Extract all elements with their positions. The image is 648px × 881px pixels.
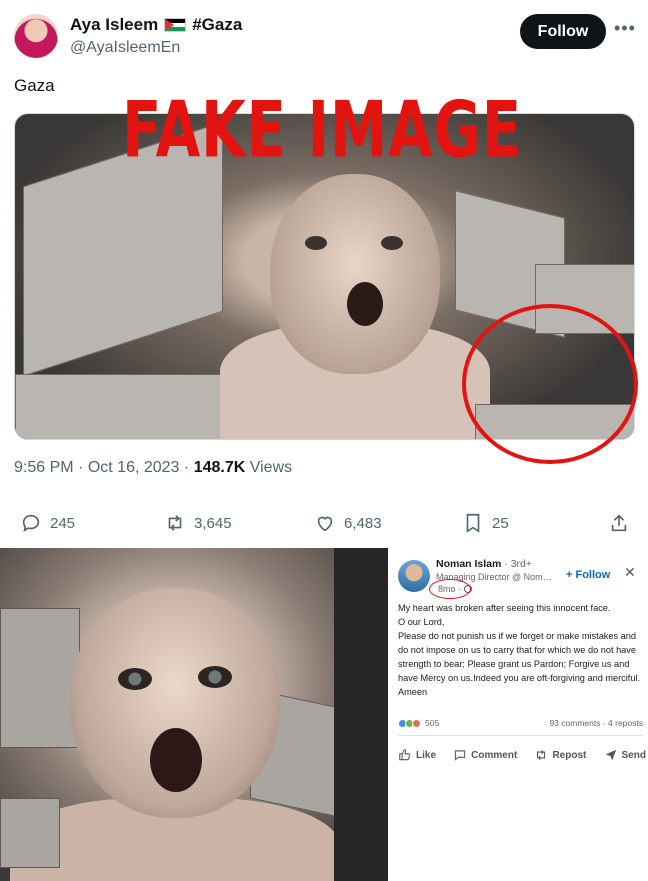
author-name-row[interactable]: Aya Isleem #Gaza bbox=[70, 15, 242, 35]
reactions-summary[interactable]: 505 bbox=[398, 718, 439, 728]
tweet-action-bar: 245 3,645 6,483 25 bbox=[0, 512, 648, 536]
reaction-count: 505 bbox=[425, 718, 440, 728]
post-line: My heart was broken after seeing this in… bbox=[398, 603, 611, 613]
baby-head bbox=[270, 174, 440, 374]
divider bbox=[398, 735, 643, 736]
linkedin-comment-button[interactable]: Comment bbox=[453, 748, 517, 762]
linkedin-like-button[interactable]: Like bbox=[398, 748, 436, 762]
share-button[interactable] bbox=[608, 512, 630, 534]
author-display-name[interactable]: Aya Isleem bbox=[70, 15, 158, 35]
views-label: Views bbox=[249, 459, 293, 476]
share-icon bbox=[611, 514, 627, 532]
like-count: 6,483 bbox=[344, 514, 382, 532]
repost-count: 3,645 bbox=[194, 514, 232, 532]
repost-icon bbox=[168, 515, 182, 531]
baby-mouth bbox=[150, 728, 202, 792]
views-count: 148.7K bbox=[193, 459, 246, 476]
fake-image-overlay-label: FAKE IMAGE bbox=[122, 84, 522, 176]
close-icon[interactable]: ✕ bbox=[624, 564, 636, 581]
like-button[interactable]: 6,483 bbox=[314, 512, 382, 534]
baby-eye bbox=[305, 236, 327, 250]
author-hashtag: #Gaza bbox=[192, 15, 243, 34]
send-icon bbox=[605, 749, 616, 761]
rubble-block bbox=[0, 608, 80, 748]
baby-eye bbox=[198, 666, 232, 688]
comment-icon bbox=[454, 750, 466, 761]
like-label: Like bbox=[416, 749, 437, 761]
linkedin-post: Noman Islam · 3rd+ Managing Director @ N… bbox=[388, 548, 648, 881]
linkedin-post-body: My heart was broken after seeing this in… bbox=[398, 601, 643, 699]
highlight-circle bbox=[462, 304, 638, 464]
reply-count: 245 bbox=[50, 514, 76, 532]
bookmark-button[interactable]: 25 bbox=[462, 512, 509, 534]
repost-icon bbox=[537, 749, 546, 761]
bookmark-icon bbox=[466, 513, 480, 533]
repost-button[interactable]: 3,645 bbox=[164, 512, 232, 534]
highlight-circle bbox=[429, 579, 471, 599]
palestine-flag-icon bbox=[164, 18, 187, 32]
linkedin-action-bar: Like Comment Repost Send bbox=[398, 748, 646, 762]
meta-separator: · bbox=[183, 459, 190, 476]
post-line: O our Lord, bbox=[398, 617, 445, 627]
connection-degree: · 3rd+ bbox=[504, 558, 533, 570]
tweet-date[interactable]: Oct 16, 2023 bbox=[88, 459, 180, 476]
repost-label: Repost bbox=[552, 749, 587, 761]
thumbs-up-icon bbox=[399, 749, 411, 761]
author-handle[interactable]: @AyaIsleemEn bbox=[70, 39, 180, 57]
linkedin-repost-button[interactable]: Repost bbox=[534, 748, 586, 762]
post-line: Ameen bbox=[398, 687, 428, 697]
photo-edge bbox=[334, 548, 388, 881]
baby-eye bbox=[118, 668, 152, 690]
baby-eye bbox=[381, 236, 403, 250]
reply-button[interactable]: 245 bbox=[20, 512, 75, 534]
comparison-photo bbox=[0, 548, 388, 881]
author-avatar[interactable] bbox=[14, 14, 58, 58]
heart-icon bbox=[317, 516, 333, 532]
love-reaction-icon bbox=[412, 718, 421, 728]
linkedin-author-name[interactable]: Noman Islam · 3rd+ bbox=[436, 558, 532, 570]
meta-separator: · bbox=[78, 459, 84, 476]
comments-reposts-count[interactable]: 93 comments · 4 reposts bbox=[549, 718, 643, 728]
tweet-timestamp: 9:56 PM · Oct 16, 2023 · 148.7K Views bbox=[14, 459, 292, 477]
more-options-icon[interactable]: ••• bbox=[614, 18, 635, 42]
bookmark-count: 25 bbox=[492, 514, 509, 532]
linkedin-author-avatar[interactable] bbox=[398, 560, 430, 592]
linkedin-send-button[interactable]: Send bbox=[604, 748, 646, 762]
follow-button[interactable]: Follow bbox=[520, 14, 606, 49]
tweet-text: Gaza bbox=[14, 76, 55, 95]
linkedin-author-name-text[interactable]: Noman Islam bbox=[436, 558, 501, 570]
tweet-time[interactable]: 9:56 PM bbox=[14, 459, 74, 476]
baby-mouth bbox=[347, 282, 383, 326]
reply-icon bbox=[22, 514, 40, 533]
send-label: Send bbox=[621, 749, 646, 761]
comment-label: Comment bbox=[471, 749, 518, 761]
rubble-block bbox=[0, 798, 60, 868]
linkedin-post-stats: 505 93 comments · 4 reposts bbox=[398, 718, 643, 730]
post-line: Please do not punish us if we forget or … bbox=[398, 631, 641, 683]
linkedin-follow-button[interactable]: + Follow bbox=[566, 569, 610, 581]
